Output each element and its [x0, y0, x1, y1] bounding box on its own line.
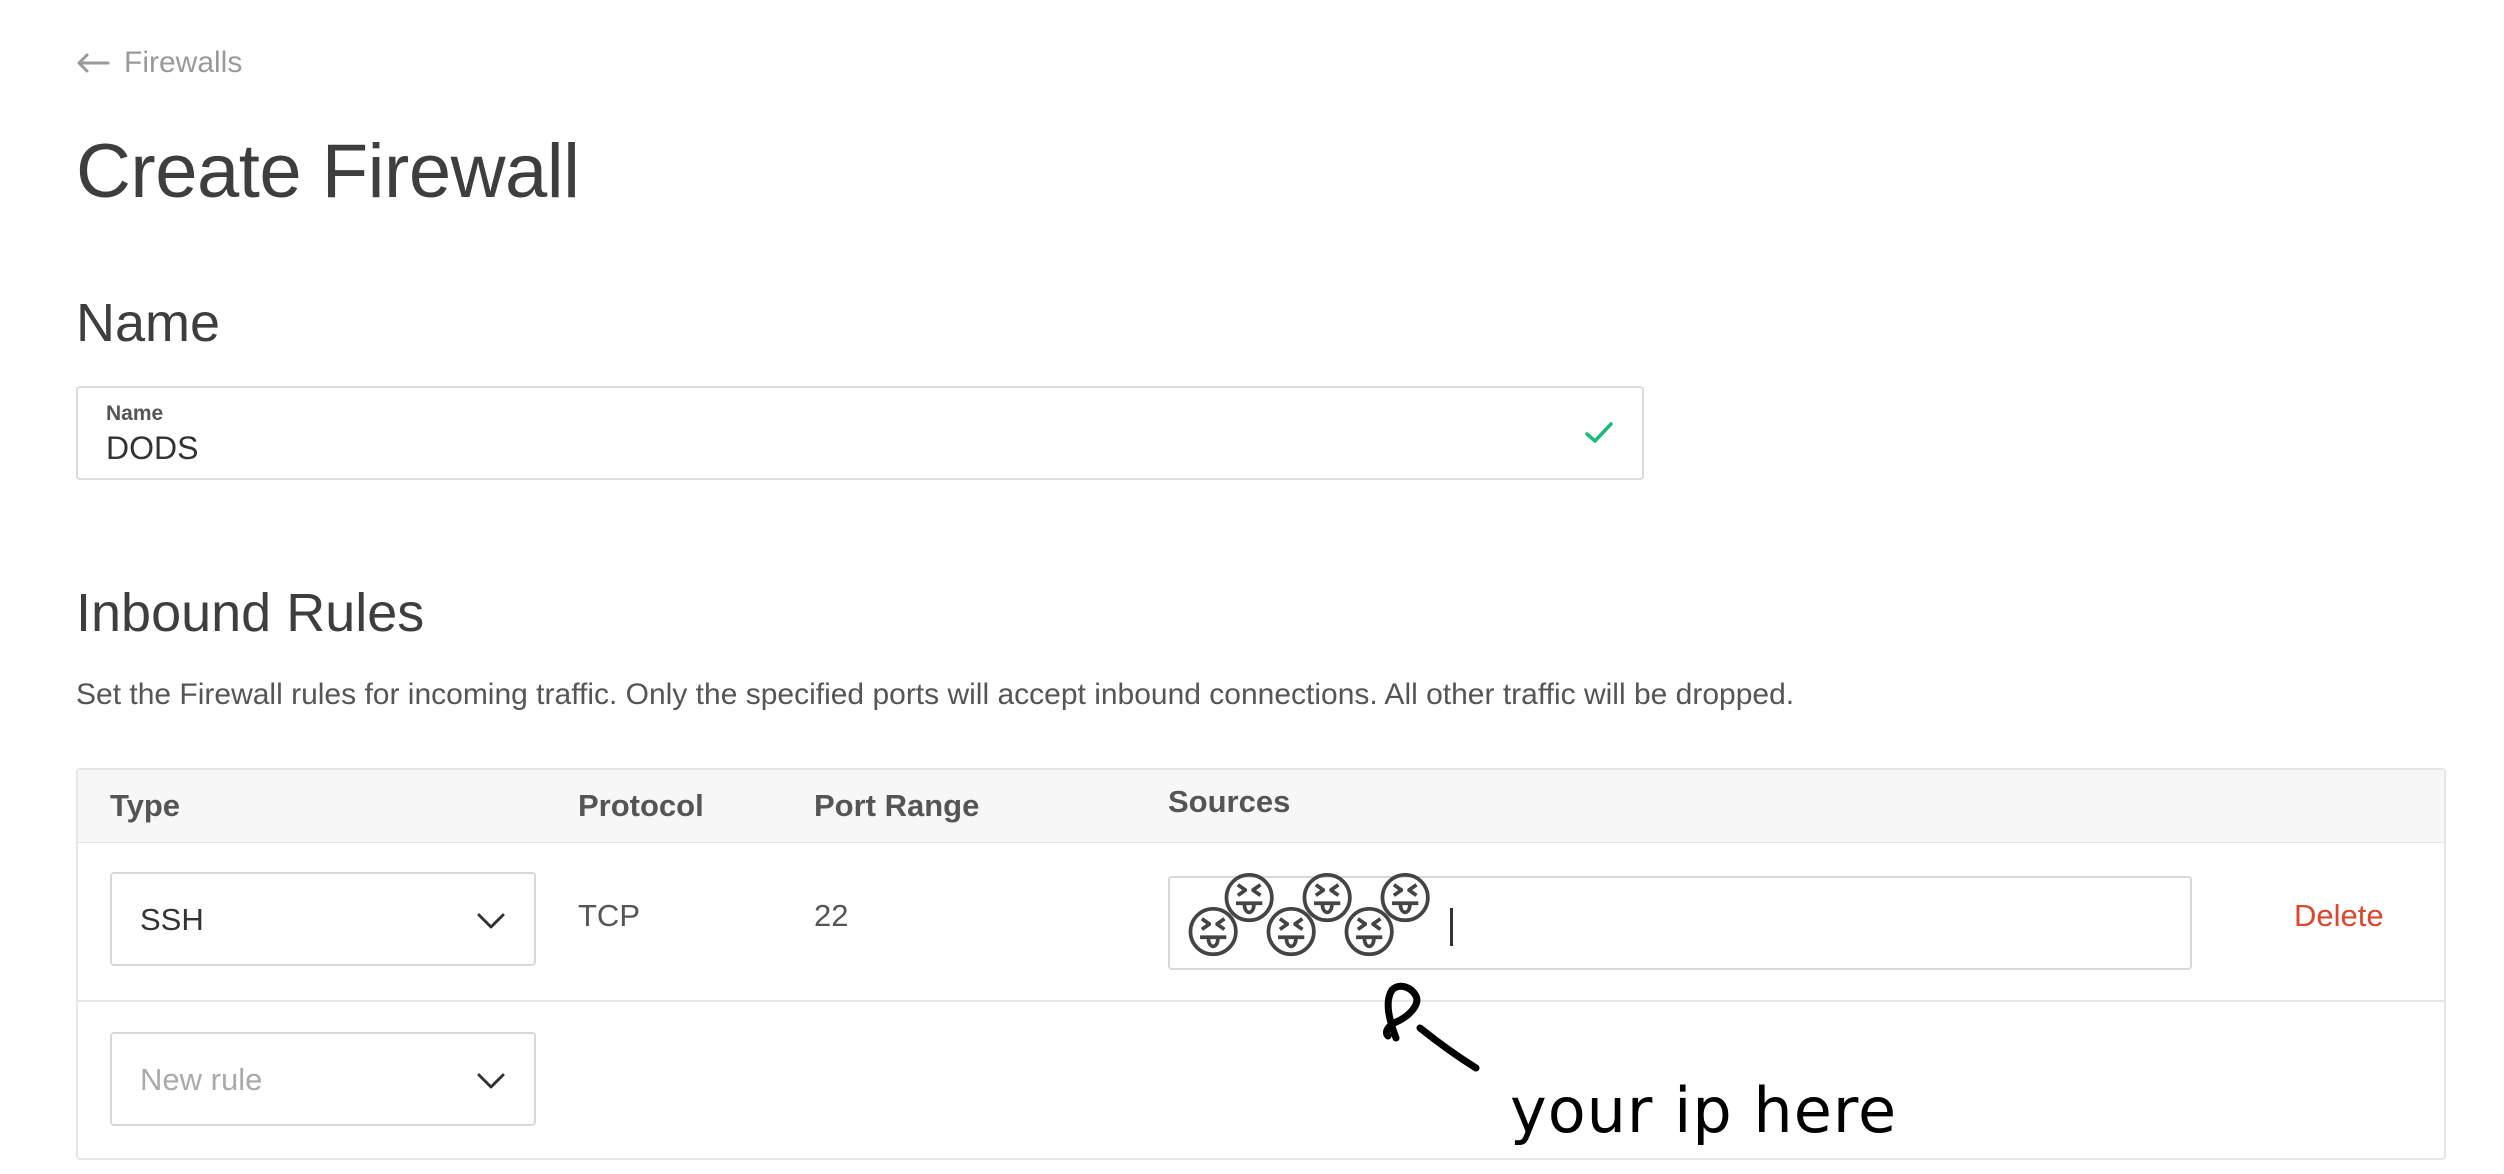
- sources-input[interactable]: 😝 😝 😝 😝 😝 😝: [1168, 867, 2192, 970]
- column-header-sources: Sources: [1168, 784, 1291, 819]
- column-header-port-range: Port Range: [814, 788, 980, 823]
- sources-input-value: 😝 😝 😝 😝 😝 😝: [1184, 867, 1435, 966]
- page-title: Create Firewall: [76, 129, 580, 214]
- name-field[interactable]: Name DODS: [76, 386, 1644, 480]
- inbound-rules-heading: Inbound Rules: [76, 583, 425, 643]
- new-rule-select[interactable]: New rule: [110, 1032, 536, 1126]
- back-to-firewalls-link[interactable]: Firewalls: [76, 46, 242, 80]
- annotation-arrow-icon: [1382, 982, 1480, 1072]
- back-link-label: Firewalls: [124, 46, 243, 79]
- chevron-down-icon: [477, 913, 505, 929]
- column-header-protocol: Protocol: [578, 788, 704, 823]
- column-header-type: Type: [110, 788, 181, 823]
- rule-type-select[interactable]: SSH: [110, 872, 536, 966]
- arrow-left-icon: [77, 53, 110, 73]
- rule-type-value: SSH: [140, 902, 204, 937]
- checkmark-icon: [1585, 422, 1613, 443]
- inbound-rules-description: Set the Firewall rules for incoming traf…: [76, 678, 1795, 711]
- new-rule-placeholder: New rule: [140, 1062, 263, 1097]
- delete-rule-button[interactable]: Delete: [2294, 898, 2384, 934]
- chevron-down-icon: [477, 1073, 505, 1089]
- name-section-heading: Name: [76, 293, 221, 353]
- table-row: SSH TCP 22 😝 😝 😝 😝 😝 😝 Delete: [78, 842, 2444, 1002]
- new-rule-row: New rule: [78, 1002, 2444, 1160]
- annotation-text: your ip here: [1510, 1074, 1898, 1147]
- rule-port-range: 22: [814, 898, 849, 933]
- inbound-rules-table: Type Protocol Port Range Sources SSH TCP…: [76, 768, 2446, 1160]
- text-caret: [1450, 908, 1453, 946]
- rule-protocol: TCP: [578, 898, 640, 933]
- table-header: Type Protocol Port Range Sources: [78, 770, 2444, 843]
- name-field-label: Name: [106, 402, 164, 425]
- name-field-value: DODS: [106, 430, 199, 466]
